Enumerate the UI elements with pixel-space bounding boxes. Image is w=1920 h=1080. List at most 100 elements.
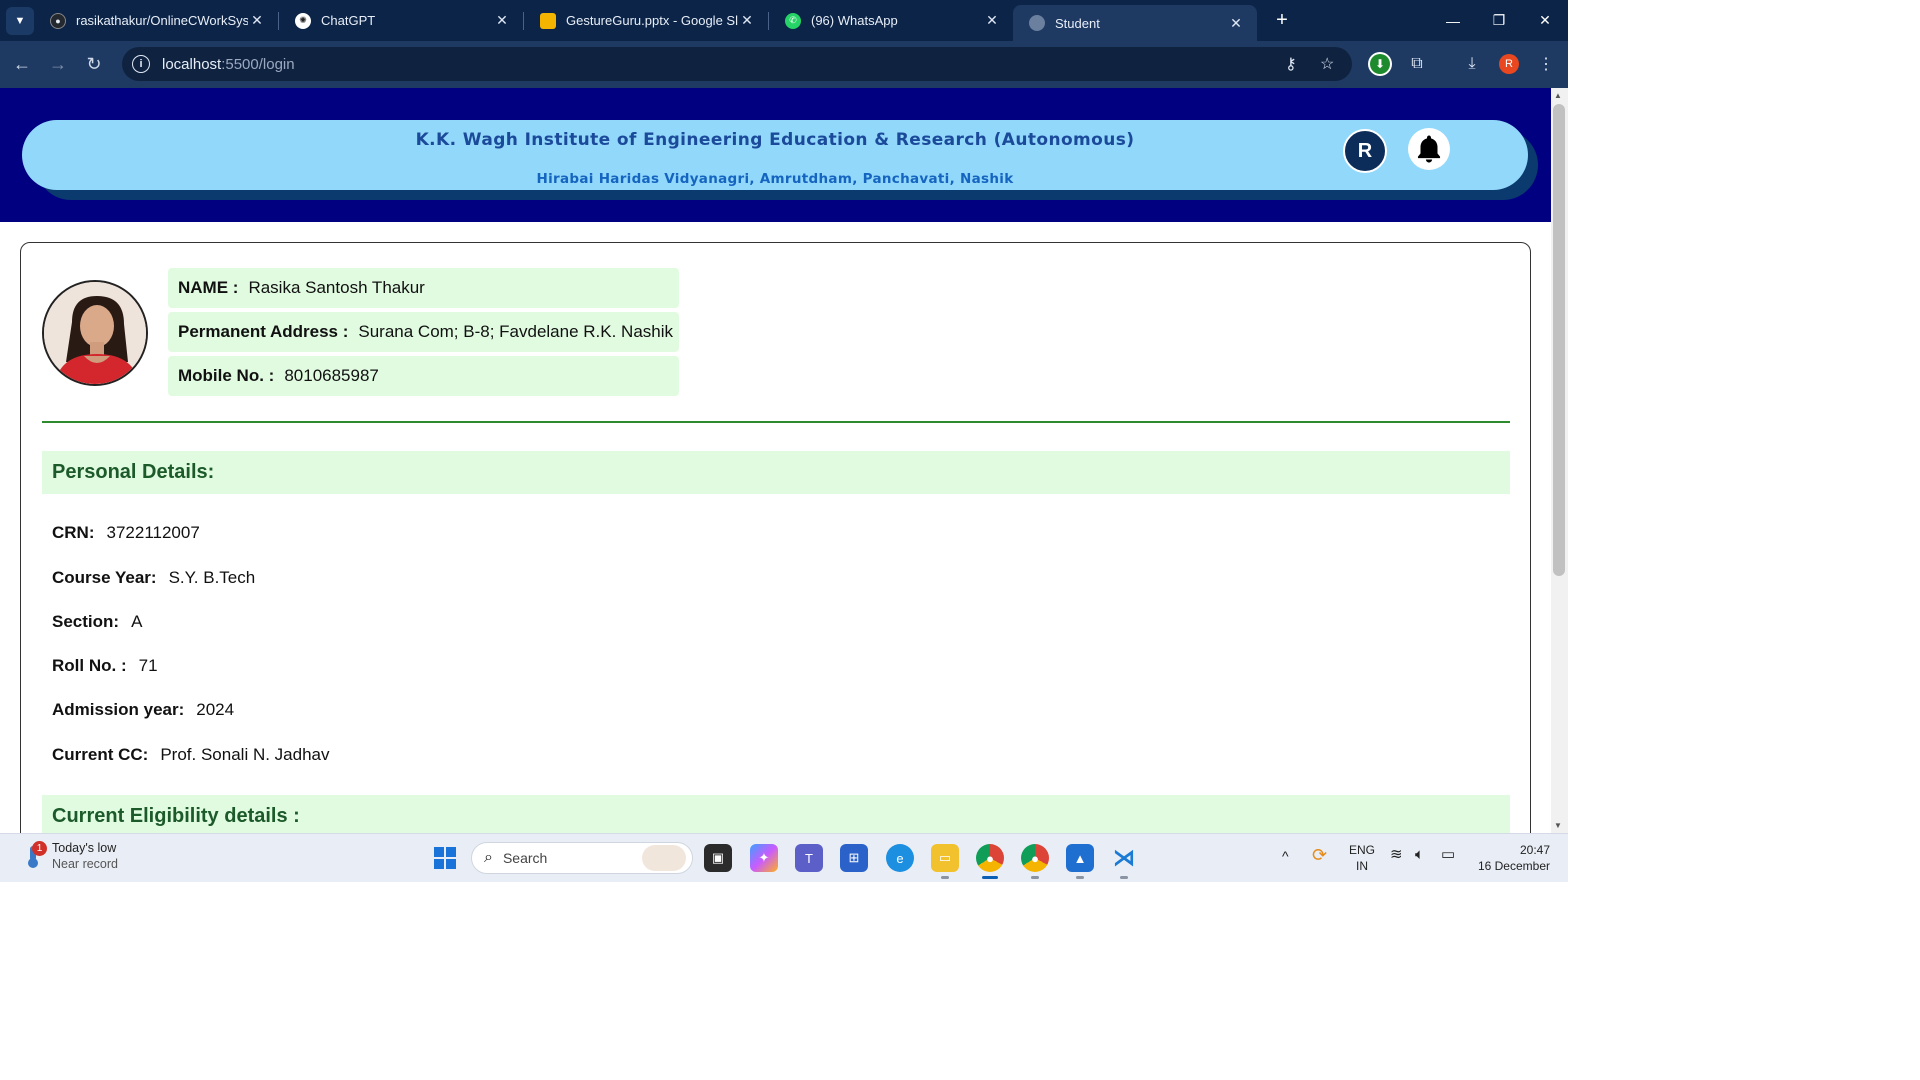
app-running-indicator bbox=[1120, 876, 1128, 879]
user-avatar-button[interactable]: R bbox=[1343, 129, 1387, 173]
task-view-icon[interactable]: ▣ bbox=[704, 844, 732, 872]
address-label: Permanent Address : bbox=[178, 322, 349, 341]
weather-widget[interactable]: 1 Today's low Near record bbox=[22, 840, 118, 872]
profile-avatar[interactable]: R bbox=[1492, 47, 1526, 81]
new-tab-button[interactable]: + bbox=[1269, 9, 1295, 32]
chatgpt-icon: ✺ bbox=[295, 12, 311, 29]
current-cc-label: Current CC: bbox=[52, 745, 149, 764]
admission-year-value: 2024 bbox=[196, 700, 235, 719]
notification-bell-icon[interactable] bbox=[1408, 128, 1450, 170]
language-code: ENG bbox=[1349, 843, 1376, 857]
close-icon[interactable]: ✕ bbox=[1227, 15, 1245, 32]
tab-title: Student bbox=[1055, 15, 1100, 31]
tray-overflow-icon[interactable]: ^ bbox=[1282, 848, 1289, 864]
section-value: A bbox=[131, 612, 143, 631]
admission-year-label: Admission year: bbox=[52, 700, 185, 719]
tab-slides[interactable]: GestureGuru.pptx - Google Slid ✕ bbox=[524, 0, 768, 41]
password-key-icon[interactable]: ⚷ bbox=[1285, 54, 1297, 74]
name-value: Rasika Santosh Thakur bbox=[248, 278, 425, 297]
mobile-value: 8010685987 bbox=[284, 366, 379, 385]
vscode-icon[interactable]: ⋊ bbox=[1110, 844, 1138, 872]
slides-icon bbox=[540, 12, 556, 29]
region-code: IN bbox=[1356, 859, 1368, 873]
sync-icon[interactable]: ⟳ bbox=[1312, 846, 1327, 864]
crn-value: 3722112007 bbox=[106, 523, 200, 542]
scrollbar-thumb[interactable] bbox=[1553, 104, 1565, 576]
close-icon[interactable]: ✕ bbox=[983, 12, 1001, 29]
tab-search-button[interactable]: ▼ bbox=[6, 6, 34, 35]
teams-icon[interactable]: T bbox=[795, 844, 823, 872]
back-icon[interactable]: ← bbox=[4, 47, 40, 83]
course-year-label: Course Year: bbox=[52, 568, 157, 587]
institute-address: Hirabai Haridas Vidyanagri, Amrutdham, P… bbox=[536, 171, 1014, 187]
chrome-profile-icon[interactable]: ● bbox=[1021, 844, 1049, 872]
student-profile-card: NAME : Rasika Santosh Thakur Permanent A… bbox=[20, 242, 1531, 833]
profile-letter: R bbox=[1499, 54, 1519, 74]
extensions-icon[interactable]: ⧉ bbox=[1400, 47, 1434, 81]
site-info-icon[interactable]: i bbox=[132, 55, 150, 73]
close-icon[interactable]: ✕ bbox=[493, 12, 511, 29]
section-label: Section: bbox=[52, 612, 120, 631]
header-banner: K.K. Wagh Institute of Engineering Educa… bbox=[0, 88, 1551, 222]
app-running-indicator bbox=[941, 876, 949, 879]
scroll-down-icon[interactable]: ▼ bbox=[1554, 821, 1562, 830]
battery-icon[interactable]: ▭ bbox=[1441, 847, 1455, 863]
weather-subtitle: Near record bbox=[52, 857, 118, 871]
bookmark-star-icon[interactable]: ☆ bbox=[1320, 54, 1334, 74]
clock-time: 20:47 bbox=[1519, 843, 1550, 857]
globe-icon bbox=[1029, 15, 1045, 31]
scroll-up-icon[interactable]: ▲ bbox=[1554, 91, 1562, 100]
thermometer-icon: 1 bbox=[22, 841, 47, 869]
section-divider bbox=[42, 421, 1510, 423]
app-running-indicator bbox=[1076, 876, 1084, 879]
photos-icon[interactable]: ▲ bbox=[1066, 844, 1094, 872]
close-icon[interactable]: ✕ bbox=[248, 12, 266, 29]
file-explorer-icon[interactable]: ▭ bbox=[931, 844, 959, 872]
taskbar-search-box[interactable]: ⌕ Search bbox=[471, 842, 693, 874]
tab-chatgpt[interactable]: ✺ ChatGPT ✕ bbox=[279, 0, 523, 41]
menu-kebab-icon[interactable]: ⋮ bbox=[1529, 47, 1563, 81]
admission-year-row: Admission year: 2024 bbox=[52, 700, 234, 720]
forward-icon[interactable]: → bbox=[40, 47, 76, 83]
name-field: NAME : Rasika Santosh Thakur bbox=[168, 268, 679, 308]
roll-number-row: Roll No. : 71 bbox=[52, 656, 158, 676]
search-highlight-icon bbox=[642, 845, 686, 871]
download-extension-icon[interactable]: ⬇ bbox=[1363, 47, 1397, 81]
clock[interactable]: 20:47 16 December bbox=[1474, 842, 1550, 874]
search-icon: ⌕ bbox=[484, 849, 493, 866]
language-indicator[interactable]: ENG IN bbox=[1349, 842, 1375, 874]
roll-number-value: 71 bbox=[138, 656, 158, 675]
search-placeholder: Search bbox=[502, 850, 548, 866]
edge-browser-icon[interactable]: e bbox=[886, 844, 914, 872]
institute-name: K.K. Wagh Institute of Engineering Educa… bbox=[415, 130, 1135, 150]
tab-github[interactable]: ● rasikathakur/OnlineCWorkSyste ✕ bbox=[34, 0, 278, 41]
course-year-value: S.Y. B.Tech bbox=[168, 568, 256, 587]
reload-icon[interactable]: ↻ bbox=[76, 47, 112, 83]
clock-date: 16 December bbox=[1477, 859, 1550, 873]
notification-badge: 1 bbox=[32, 841, 47, 856]
tab-whatsapp[interactable]: ✆ (96) WhatsApp ✕ bbox=[769, 0, 1013, 41]
close-window-icon[interactable]: ✕ bbox=[1522, 0, 1568, 41]
address-bar[interactable]: i localhost:5500/login ⚷ ☆ bbox=[122, 47, 1352, 81]
browser-toolbar: ← → ↻ i localhost:5500/login ⚷ ☆ ⬇ ⧉ ⤓ R… bbox=[0, 41, 1568, 88]
app-active-indicator bbox=[982, 876, 998, 879]
wifi-icon[interactable]: ≋ bbox=[1390, 847, 1403, 863]
weather-title: Today's low bbox=[52, 841, 117, 855]
url-text[interactable]: localhost:5500/login bbox=[162, 56, 295, 73]
downloads-icon[interactable]: ⤓ bbox=[1455, 47, 1489, 81]
mobile-field: Mobile No. : 8010685987 bbox=[168, 356, 679, 396]
whatsapp-icon: ✆ bbox=[785, 12, 801, 29]
copilot-icon[interactable]: ✦ bbox=[750, 844, 778, 872]
close-icon[interactable]: ✕ bbox=[738, 12, 756, 29]
restore-icon[interactable]: ❐ bbox=[1476, 0, 1522, 41]
minimize-icon[interactable]: — bbox=[1430, 0, 1476, 41]
page-scrollbar[interactable]: ▲ ▼ bbox=[1551, 88, 1568, 833]
volume-icon[interactable]: 🔈︎ bbox=[1415, 847, 1424, 863]
windows-start-icon[interactable] bbox=[431, 844, 459, 872]
page-viewport: K.K. Wagh Institute of Engineering Educa… bbox=[0, 88, 1551, 833]
name-label: NAME : bbox=[178, 278, 239, 297]
tab-title: GestureGuru.pptx - Google Slid bbox=[566, 13, 738, 28]
chrome-icon[interactable]: ● bbox=[976, 844, 1004, 872]
microsoft-store-icon[interactable]: ⊞ bbox=[840, 844, 868, 872]
tab-student[interactable]: Student ✕ bbox=[1013, 5, 1257, 41]
